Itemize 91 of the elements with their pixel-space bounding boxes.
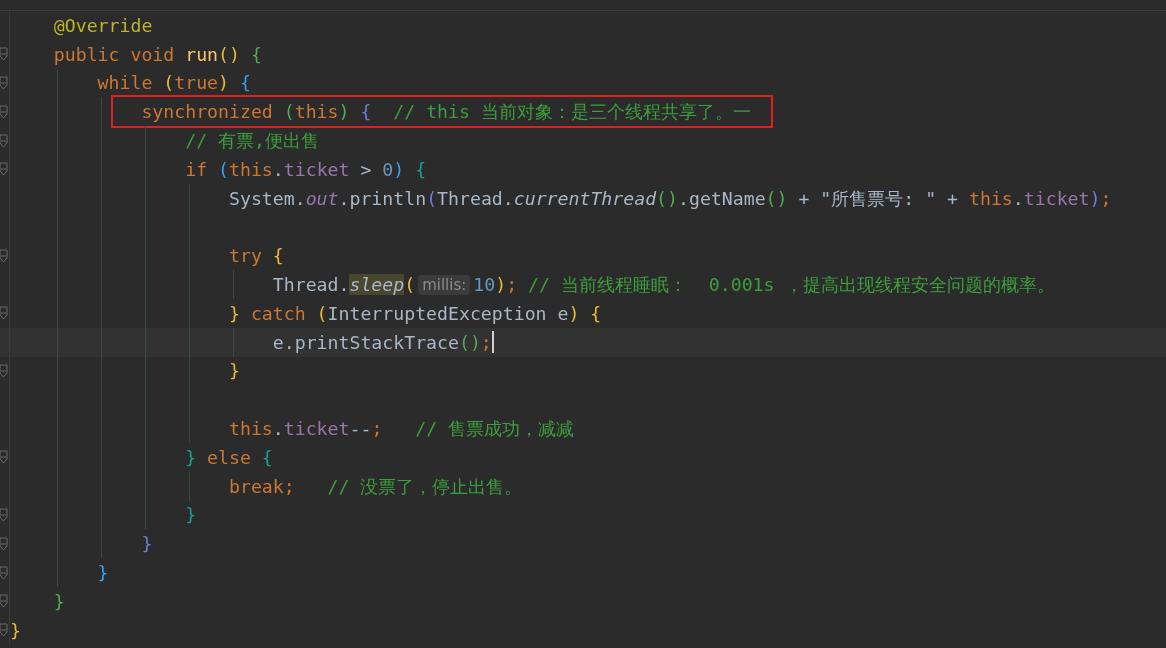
- code-text: --: [349, 418, 372, 440]
- code-method-name: run: [185, 43, 219, 65]
- code-keyword: ;: [1100, 187, 1112, 209]
- code-keyword: this: [229, 418, 273, 440]
- code-keyword: while: [97, 72, 154, 94]
- code-keyword: this: [229, 158, 273, 180]
- code-bracket: (: [218, 158, 229, 180]
- code-text: .: [272, 418, 284, 440]
- code-bracket: ): [393, 158, 405, 180]
- code-keyword: public void: [53, 43, 176, 65]
- code-bracket: (): [765, 187, 788, 209]
- code-text: e.printStackTrace: [272, 331, 459, 353]
- code-bracket: }: [97, 562, 109, 584]
- code-text: >: [359, 158, 373, 180]
- code-number: 0: [382, 158, 394, 180]
- fold-marker-icon[interactable]: [0, 536, 8, 551]
- code-static-field: out: [305, 187, 339, 209]
- code-bracket: (): [218, 43, 240, 65]
- code-keyword: break;: [229, 475, 295, 497]
- code-text: System.: [229, 187, 306, 209]
- fold-marker-icon[interactable]: [0, 248, 8, 263]
- code-bracket: ): [1089, 187, 1101, 209]
- code-annotation: @Override: [53, 14, 153, 36]
- code-keyword: this: [969, 187, 1013, 209]
- fold-marker-icon[interactable]: [0, 450, 8, 465]
- code-bracket: }: [185, 446, 197, 468]
- code-bracket: ): [568, 302, 580, 324]
- code-static-method: currentThread: [513, 187, 657, 209]
- fold-marker-icon[interactable]: [0, 104, 8, 119]
- code-bracket: }: [10, 619, 21, 641]
- code-keyword: ;: [506, 274, 518, 296]
- code-text: InterruptedException e: [327, 302, 569, 324]
- code-bracket: (): [458, 331, 481, 353]
- code-bracket: {: [238, 72, 251, 94]
- code-comment: // 售票成功，减减: [414, 417, 575, 442]
- code-keyword: synchronized: [141, 101, 274, 123]
- code-bracket: }: [141, 533, 153, 555]
- fold-marker-icon[interactable]: [0, 565, 8, 580]
- code-bracket: {: [414, 158, 427, 180]
- code-bracket: (: [426, 187, 438, 209]
- code-bracket: {: [272, 245, 284, 267]
- code-bracket: }: [229, 360, 240, 382]
- code-keyword: ;: [371, 418, 383, 440]
- code-number: 10: [473, 274, 496, 296]
- code-bracket: {: [261, 446, 273, 468]
- code-bracket: }: [185, 504, 197, 526]
- code-comment: // this 当前对象：是三个线程共享了。一: [392, 100, 751, 125]
- code-keyword: try: [229, 245, 263, 267]
- code-keyword: ;: [480, 331, 492, 353]
- code-text: .getName: [678, 187, 766, 209]
- code-comment: // 有票,便出售: [185, 129, 319, 154]
- code-keyword: else: [206, 446, 252, 468]
- code-keyword: this: [294, 101, 339, 123]
- code-field: ticket: [1023, 187, 1090, 209]
- fold-marker-icon[interactable]: [0, 306, 8, 321]
- fold-marker-icon[interactable]: [0, 162, 8, 177]
- code-field: ticket: [283, 158, 350, 180]
- code-field: ticket: [283, 418, 350, 440]
- code-text: .println: [338, 187, 427, 209]
- code-bracket: {: [589, 302, 602, 324]
- code-text: Thread.: [272, 274, 350, 296]
- code-text: .: [1012, 187, 1024, 209]
- fold-marker-icon[interactable]: [0, 363, 8, 378]
- code-bracket: (: [163, 72, 175, 94]
- code-bracket: ): [495, 274, 507, 296]
- fold-marker-icon[interactable]: [0, 623, 8, 638]
- code-bracket: ): [338, 101, 350, 123]
- code-keyword: true: [174, 72, 219, 94]
- fold-marker-icon[interactable]: [0, 594, 8, 609]
- code-text: + "所售票号: " +: [797, 186, 960, 211]
- code-bracket: (: [316, 302, 328, 324]
- code-keyword: catch: [249, 302, 307, 324]
- code-bracket: (): [656, 187, 678, 209]
- code-bracket: }: [53, 590, 65, 612]
- fold-marker-icon[interactable]: [0, 47, 8, 62]
- code-bracket: (: [404, 274, 416, 296]
- fold-marker-icon[interactable]: [0, 507, 8, 522]
- fold-marker-icon[interactable]: [0, 76, 8, 90]
- code-keyword: if: [185, 158, 209, 180]
- code-comment: // 当前线程睡眠： 0.001s ，提高出现线程安全问题的概率。: [527, 273, 1056, 298]
- code-bracket: }: [229, 302, 240, 324]
- code-text: Thread.: [437, 187, 514, 209]
- code-bracket: ): [218, 72, 230, 94]
- code-bracket: (: [283, 101, 295, 123]
- fold-marker-icon[interactable]: [0, 133, 8, 148]
- code-comment: // 没票了，停止出售。: [326, 474, 523, 499]
- code-text: .: [272, 158, 284, 180]
- code-bracket: {: [249, 43, 262, 65]
- parameter-hint: millis:: [418, 274, 471, 295]
- code-static-method: sleep: [349, 274, 405, 296]
- code-bracket: {: [359, 101, 372, 123]
